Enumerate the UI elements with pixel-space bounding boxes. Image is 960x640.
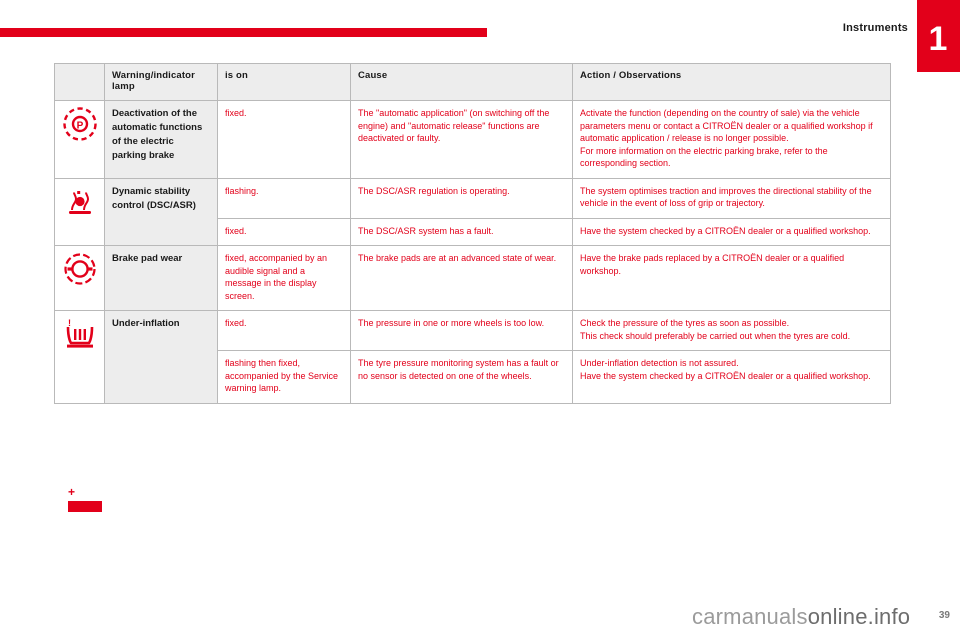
footer-watermark: carmanualsonline.info (692, 604, 910, 630)
is-on-text: flashing. (217, 177, 351, 219)
page-number: 39 (938, 610, 950, 621)
lamp-name: Deactivation of the automatic functions … (104, 100, 218, 179)
column-header-is-on: is on (217, 63, 351, 101)
action-text: Have the brake pads replaced by a CITROË… (572, 245, 891, 311)
action-text: The system optimises traction and improv… (572, 177, 891, 219)
icon-column-extra-markers: + (68, 485, 102, 512)
action-text: Activate the function (depending on the … (572, 100, 891, 179)
table-row: Dynamic stability control (DSC/ASR) flas… (54, 177, 891, 246)
icon-cell-brake-pad-wear (54, 245, 105, 311)
action-text: Check the pressure of the tyres as soon … (572, 310, 891, 351)
svg-text:P: P (76, 121, 83, 132)
is-on-text: fixed. (217, 217, 351, 246)
chapter-number: 1 (928, 20, 948, 58)
is-on-text: flashing then fixed, accompanied by the … (217, 350, 351, 404)
plus-glyph: + (68, 485, 76, 499)
cause-text: The pressure in one or more wheels is to… (350, 310, 573, 351)
action-text: Under-inflation detection is not assured… (572, 350, 891, 404)
under-inflation-icon: ! (62, 317, 97, 351)
icon-cell-electric-parking-brake: P (54, 100, 105, 179)
is-on-text: fixed. (217, 310, 351, 351)
cause-text: The tyre pressure monitoring system has … (350, 350, 573, 404)
header-red-rule (0, 28, 487, 37)
icon-cell-dynamic-stability-control (54, 177, 105, 246)
action-text: Have the system checked by a CITROËN dea… (572, 217, 891, 246)
table-header-row: Warning/indicator lamp is on Cause Actio… (54, 63, 891, 101)
svg-text:!: ! (68, 318, 71, 328)
table-row: Brake pad wear fixed, accompanied by an … (54, 245, 891, 311)
table-row: P Deactivation of the automatic function… (54, 100, 891, 179)
lamp-name: Brake pad wear (104, 245, 218, 311)
table-row: ! Under-inflation fixed. The pressure in… (54, 310, 891, 404)
cause-text: The DSC/ASR system has a fault. (350, 217, 573, 246)
column-header-icon (54, 63, 105, 101)
red-bar-marker (68, 501, 102, 512)
electric-parking-brake-deactivation-icon: P (62, 107, 97, 141)
brake-pad-wear-icon (62, 252, 97, 286)
lamp-name: Under-inflation (104, 310, 218, 404)
is-on-text: fixed. (217, 100, 351, 179)
cause-text: The "automatic application" (on switchin… (350, 100, 573, 179)
warning-lamp-table: Warning/indicator lamp is on Cause Actio… (54, 63, 891, 404)
is-on-text: fixed, accompanied by an audible signal … (217, 245, 351, 311)
icon-cell-under-inflation: ! (54, 310, 105, 404)
dynamic-stability-control-icon (62, 185, 97, 219)
watermark-dark: online.info (807, 604, 911, 629)
cause-text: The brake pads are at an advanced state … (350, 245, 573, 311)
lamp-name: Dynamic stability control (DSC/ASR) (104, 177, 218, 246)
column-header-lamp: Warning/indicator lamp (104, 63, 218, 101)
watermark-light: carmanuals (692, 604, 808, 629)
column-header-action: Action / Observations (572, 63, 891, 101)
cause-text: The DSC/ASR regulation is operating. (350, 177, 573, 219)
column-header-cause: Cause (350, 63, 573, 101)
page-title: Instruments (842, 22, 908, 34)
